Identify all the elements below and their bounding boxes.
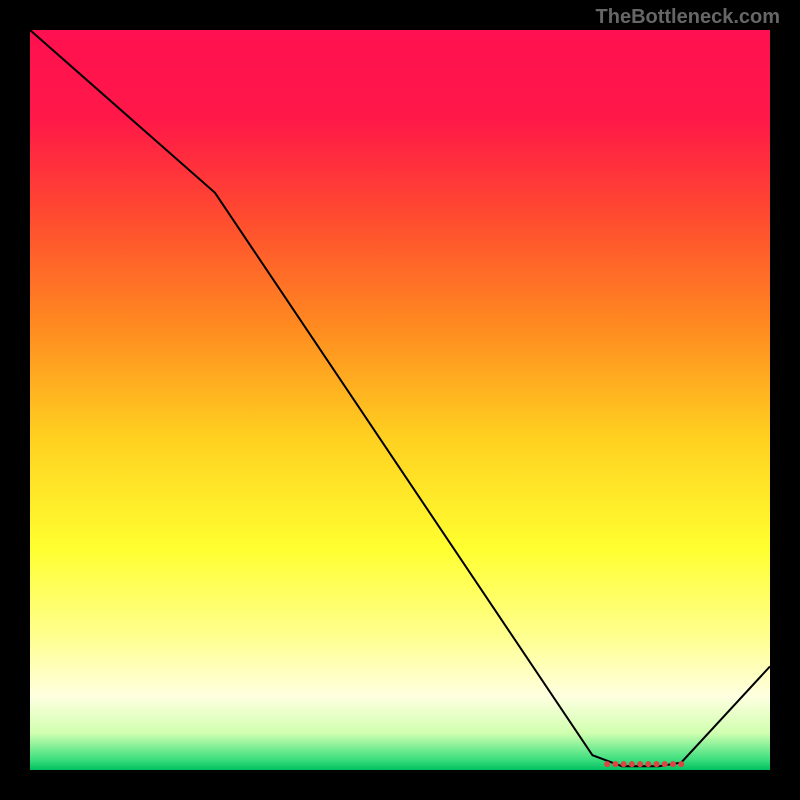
chart-svg <box>30 30 770 770</box>
plot-area <box>30 30 770 770</box>
chart-container: TheBottleneck.com <box>0 0 800 800</box>
attribution-label: TheBottleneck.com <box>596 6 780 29</box>
gradient-background <box>30 30 770 770</box>
